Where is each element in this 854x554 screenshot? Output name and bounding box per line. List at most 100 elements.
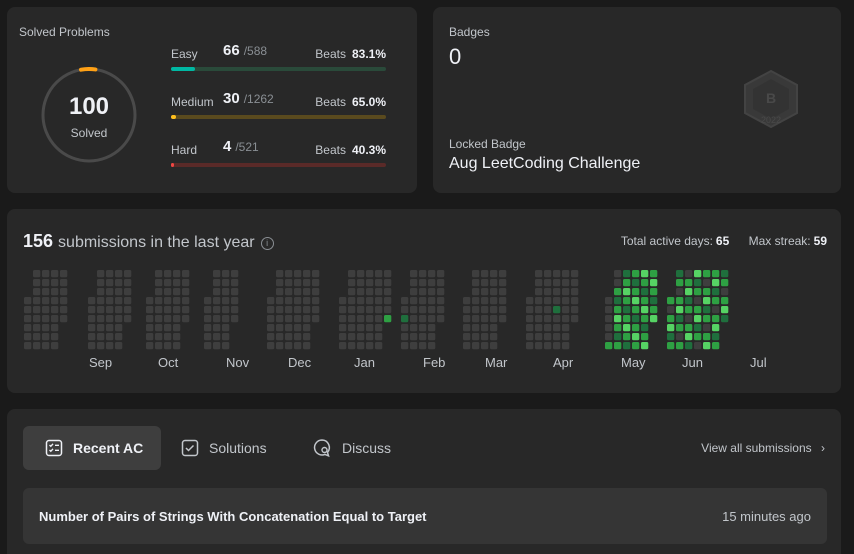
calendar-day-cell[interactable]	[285, 315, 293, 323]
calendar-day-cell[interactable]	[164, 342, 172, 350]
calendar-day-cell[interactable]	[204, 315, 212, 323]
calendar-day-cell[interactable]	[437, 306, 445, 314]
calendar-day-cell[interactable]	[384, 279, 392, 287]
calendar-day-cell[interactable]	[33, 315, 41, 323]
calendar-day-cell[interactable]	[146, 324, 154, 332]
calendar-day-cell[interactable]	[204, 306, 212, 314]
calendar-day-cell[interactable]	[650, 279, 658, 287]
calendar-day-cell[interactable]	[276, 333, 284, 341]
calendar-day-cell[interactable]	[42, 288, 50, 296]
recent-ac-title[interactable]: Number of Pairs of Strings With Concaten…	[39, 509, 427, 524]
calendar-day-cell[interactable]	[213, 288, 221, 296]
calendar-day-cell[interactable]	[463, 297, 471, 305]
calendar-day-cell[interactable]	[231, 306, 239, 314]
calendar-day-cell[interactable]	[366, 270, 374, 278]
calendar-day-cell[interactable]	[222, 270, 230, 278]
calendar-day-cell[interactable]	[366, 324, 374, 332]
calendar-day-cell[interactable]	[366, 297, 374, 305]
calendar-day-cell[interactable]	[667, 342, 675, 350]
calendar-day-cell[interactable]	[348, 315, 356, 323]
calendar-day-cell[interactable]	[231, 270, 239, 278]
calendar-day-cell[interactable]	[641, 288, 649, 296]
calendar-day-cell[interactable]	[641, 270, 649, 278]
calendar-day-cell[interactable]	[712, 288, 720, 296]
calendar-day-cell[interactable]	[490, 333, 498, 341]
calendar-day-cell[interactable]	[384, 306, 392, 314]
calendar-day-cell[interactable]	[490, 315, 498, 323]
calendar-day-cell[interactable]	[146, 333, 154, 341]
calendar-day-cell[interactable]	[155, 297, 163, 305]
calendar-day-cell[interactable]	[694, 306, 702, 314]
calendar-day-cell[interactable]	[294, 279, 302, 287]
calendar-day-cell[interactable]	[42, 315, 50, 323]
calendar-day-cell[interactable]	[685, 288, 693, 296]
calendar-day-cell[interactable]	[499, 315, 507, 323]
calendar-day-cell[interactable]	[204, 333, 212, 341]
calendar-day-cell[interactable]	[384, 288, 392, 296]
calendar-day-cell[interactable]	[124, 279, 132, 287]
calendar-day-cell[interactable]	[88, 315, 96, 323]
calendar-day-cell[interactable]	[348, 306, 356, 314]
calendar-day-cell[interactable]	[115, 288, 123, 296]
calendar-day-cell[interactable]	[222, 324, 230, 332]
calendar-day-cell[interactable]	[499, 270, 507, 278]
calendar-day-cell[interactable]	[676, 279, 684, 287]
calendar-day-cell[interactable]	[721, 288, 729, 296]
calendar-day-cell[interactable]	[155, 342, 163, 350]
calendar-day-cell[interactable]	[312, 315, 320, 323]
calendar-day-cell[interactable]	[562, 333, 570, 341]
calendar-day-cell[interactable]	[614, 324, 622, 332]
calendar-day-cell[interactable]	[703, 333, 711, 341]
calendar-day-cell[interactable]	[562, 324, 570, 332]
calendar-day-cell[interactable]	[155, 333, 163, 341]
calendar-day-cell[interactable]	[213, 270, 221, 278]
calendar-day-cell[interactable]	[42, 297, 50, 305]
calendar-day-cell[interactable]	[366, 333, 374, 341]
calendar-day-cell[interactable]	[632, 270, 640, 278]
calendar-day-cell[interactable]	[553, 306, 561, 314]
calendar-day-cell[interactable]	[115, 315, 123, 323]
calendar-day-cell[interactable]	[490, 270, 498, 278]
calendar-day-cell[interactable]	[632, 306, 640, 314]
calendar-day-cell[interactable]	[115, 270, 123, 278]
calendar-day-cell[interactable]	[562, 315, 570, 323]
calendar-day-cell[interactable]	[650, 270, 658, 278]
calendar-day-cell[interactable]	[571, 288, 579, 296]
calendar-day-cell[interactable]	[641, 279, 649, 287]
calendar-day-cell[interactable]	[285, 306, 293, 314]
calendar-day-cell[interactable]	[375, 342, 383, 350]
locked-badge-icon[interactable]: B 2022	[739, 67, 803, 131]
calendar-day-cell[interactable]	[231, 279, 239, 287]
calendar-day-cell[interactable]	[632, 315, 640, 323]
calendar-day-cell[interactable]	[276, 288, 284, 296]
calendar-day-cell[interactable]	[428, 288, 436, 296]
calendar-day-cell[interactable]	[712, 306, 720, 314]
calendar-day-cell[interactable]	[146, 306, 154, 314]
calendar-day-cell[interactable]	[694, 279, 702, 287]
calendar-day-cell[interactable]	[173, 342, 181, 350]
calendar-day-cell[interactable]	[544, 297, 552, 305]
calendar-day-cell[interactable]	[124, 270, 132, 278]
calendar-day-cell[interactable]	[213, 279, 221, 287]
calendar-day-cell[interactable]	[182, 288, 190, 296]
calendar-day-cell[interactable]	[694, 270, 702, 278]
calendar-day-cell[interactable]	[490, 324, 498, 332]
calendar-day-cell[interactable]	[667, 297, 675, 305]
calendar-day-cell[interactable]	[285, 297, 293, 305]
calendar-day-cell[interactable]	[33, 342, 41, 350]
calendar-day-cell[interactable]	[410, 324, 418, 332]
calendar-day-cell[interactable]	[685, 306, 693, 314]
calendar-day-cell[interactable]	[490, 306, 498, 314]
calendar-day-cell[interactable]	[544, 270, 552, 278]
calendar-day-cell[interactable]	[535, 270, 543, 278]
calendar-day-cell[interactable]	[685, 315, 693, 323]
calendar-day-cell[interactable]	[703, 324, 711, 332]
calendar-day-cell[interactable]	[88, 297, 96, 305]
calendar-day-cell[interactable]	[419, 324, 427, 332]
calendar-day-cell[interactable]	[213, 297, 221, 305]
calendar-day-cell[interactable]	[544, 333, 552, 341]
calendar-day-cell[interactable]	[614, 306, 622, 314]
calendar-day-cell[interactable]	[312, 288, 320, 296]
calendar-day-cell[interactable]	[632, 333, 640, 341]
calendar-day-cell[interactable]	[33, 279, 41, 287]
